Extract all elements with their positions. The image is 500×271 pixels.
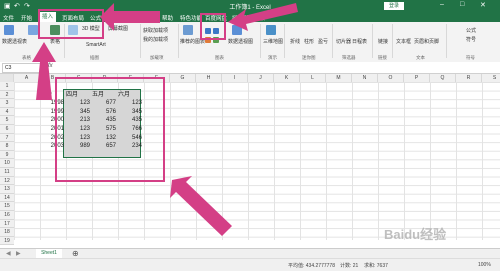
arrow-to-data-range-icon [170,176,232,236]
arrow-up-to-insert-icon [32,42,56,100]
watermark: Baidu经验 [384,227,447,242]
arrow-to-chart-icons-icon [228,3,298,31]
arrow-to-insert-tab-icon [100,3,160,31]
